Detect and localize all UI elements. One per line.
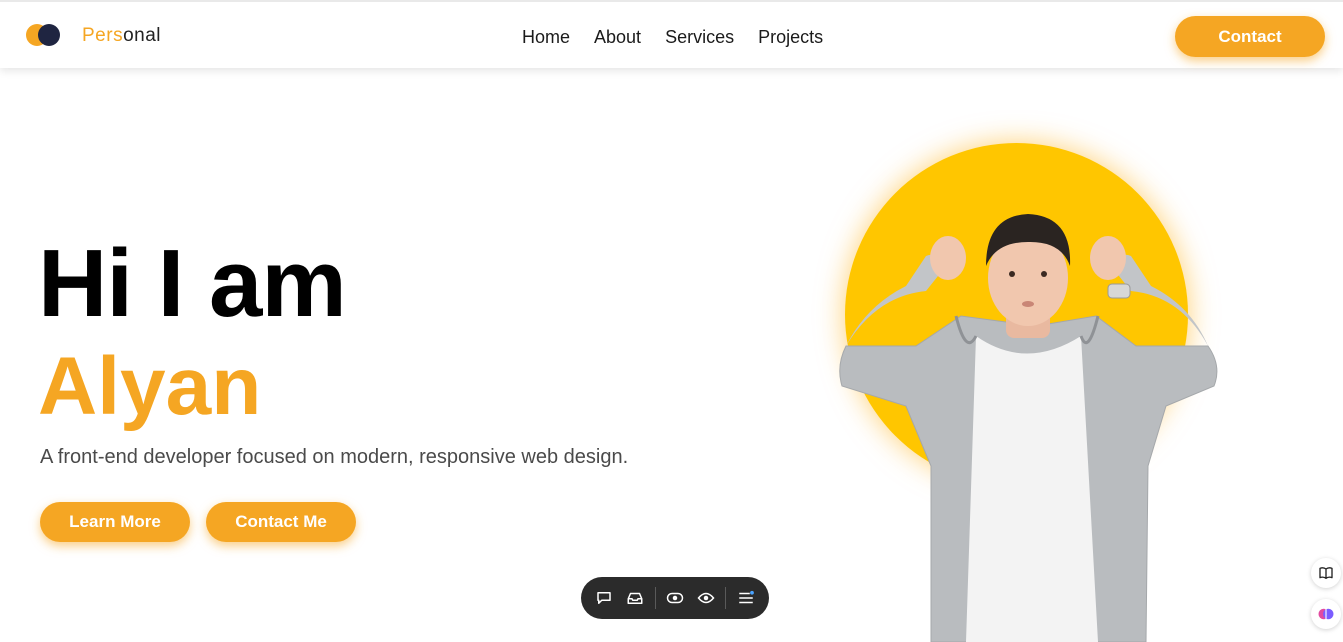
- toolbar-divider: [654, 587, 656, 609]
- brand-name-rest: onal: [123, 25, 161, 46]
- contact-me-button[interactable]: Contact Me: [206, 502, 356, 542]
- brain-icon[interactable]: [1311, 599, 1341, 629]
- hero-name: Alyan: [38, 341, 262, 432]
- hero-subtitle: A front-end developer focused on modern,…: [40, 446, 629, 468]
- eye-toggle-icon[interactable]: [662, 584, 689, 612]
- inbox-icon[interactable]: [622, 584, 649, 612]
- hero-title: Hi I am: [38, 230, 347, 337]
- toolbar-divider: [725, 587, 727, 609]
- nav-projects[interactable]: Projects: [758, 27, 823, 48]
- learn-more-button[interactable]: Learn More: [40, 502, 190, 542]
- logo-circle-dark: [38, 24, 60, 46]
- nav-services[interactable]: Services: [665, 27, 734, 48]
- contact-button[interactable]: Contact: [1175, 16, 1325, 57]
- top-navigation: Personal Home About Services Projects Co…: [0, 0, 1343, 68]
- brand-name[interactable]: Personal: [82, 25, 161, 47]
- floating-toolbar: [581, 577, 769, 619]
- brand-name-accent: Pers: [82, 25, 124, 46]
- portrait-image: [839, 214, 1218, 642]
- main-nav: Home About Services Projects: [522, 27, 823, 48]
- menu-icon[interactable]: [732, 584, 759, 612]
- eye-icon[interactable]: [692, 584, 719, 612]
- comment-icon[interactable]: [591, 584, 618, 612]
- nav-home[interactable]: Home: [522, 27, 570, 48]
- nav-about[interactable]: About: [594, 27, 641, 48]
- logo[interactable]: [26, 22, 66, 48]
- book-icon[interactable]: [1311, 558, 1341, 588]
